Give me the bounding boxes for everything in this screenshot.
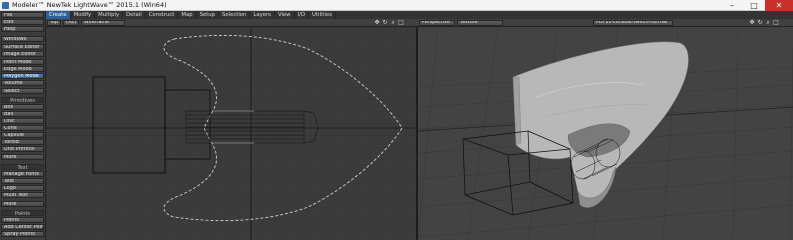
multi-text-button[interactable]: Multi Text	[1, 192, 44, 198]
add-center-point-button[interactable]: Add Center Point	[1, 224, 44, 230]
tab-map[interactable]: Map	[178, 11, 197, 19]
perspective-canvas	[418, 27, 793, 240]
ball-tool-button[interactable]: Ball	[1, 111, 44, 117]
tab-utilities[interactable]: Utilities	[309, 11, 336, 19]
tab-construct[interactable]: Construct	[146, 11, 179, 19]
tab-setup[interactable]: Setup	[197, 11, 219, 19]
top-viewport[interactable]	[46, 27, 418, 240]
points-header: Points	[1, 210, 44, 217]
right-viewport-header: Perspective Texture PDF11-console-switch…	[418, 19, 793, 27]
left-viewport-controls: ✥ ↻ ⌕ □	[374, 20, 404, 26]
view-type-dropdown-right[interactable]: Perspective	[419, 20, 455, 26]
more-primitives-dropdown[interactable]: More	[1, 154, 44, 160]
capsule-tool-button[interactable]: Capsule	[1, 132, 44, 138]
view-type-dropdown[interactable]: Top	[47, 20, 61, 26]
top-view-canvas	[46, 27, 416, 240]
text-tool-button[interactable]: Text	[1, 178, 44, 184]
tab-create[interactable]: Create	[46, 11, 71, 19]
tab-multiply[interactable]: Multiply	[95, 11, 124, 19]
right-viewport-controls: ✥ ↻ ⌕ □	[749, 20, 779, 26]
tab-view[interactable]: View	[275, 11, 295, 19]
windows-menu[interactable]: Windows	[1, 36, 44, 42]
toolbar-sidebar: File Edit Help Windows Surface Editor Im…	[0, 11, 46, 240]
points-tool-button[interactable]: Points	[1, 217, 44, 223]
surface-editor-button[interactable]: Surface Editor	[1, 44, 44, 50]
maximize-viewport-icon[interactable]: □	[773, 20, 779, 26]
edit-menu[interactable]: Edit	[1, 19, 44, 25]
tab-modify[interactable]: Modify	[71, 11, 96, 19]
move-view-icon[interactable]: ✥	[374, 20, 380, 26]
logo-tool-button[interactable]: Logo	[1, 185, 44, 191]
unit-primitive-button[interactable]: Unit Primitiv	[1, 146, 44, 152]
file-menu[interactable]: File	[1, 12, 44, 18]
edge-mode-button[interactable]: Edge Mode	[1, 66, 44, 72]
disc-tool-button[interactable]: Disc	[1, 118, 44, 124]
select-dropdown[interactable]: Select	[1, 88, 44, 94]
toroid-tool-button[interactable]: Toroid	[1, 139, 44, 145]
object-file-dropdown[interactable]: PDF11-console-switch-normal	[593, 20, 673, 26]
shading-dropdown[interactable]: Wireframe	[81, 20, 125, 26]
manage-fonts-button[interactable]: Manage Fonts	[1, 171, 44, 177]
tab-selection[interactable]: Selection	[219, 11, 251, 19]
volume-button[interactable]: Volume	[1, 80, 44, 86]
cone-tool-button[interactable]: Cone	[1, 125, 44, 131]
minimize-icon[interactable]: –	[721, 0, 743, 11]
tab-layers[interactable]: Layers	[250, 11, 275, 19]
image-editor-button[interactable]: Image Editor	[1, 51, 44, 57]
shading-dropdown-right[interactable]: Texture	[457, 20, 503, 26]
tab-io[interactable]: I/O	[295, 11, 310, 19]
app-icon	[2, 1, 9, 9]
maximize-viewport-icon[interactable]: □	[398, 20, 404, 26]
help-menu[interactable]: Help	[1, 26, 44, 32]
perspective-viewport[interactable]	[418, 27, 793, 240]
window-title: Modeler™ NewTek LightWave™ 2015.1 (Win64…	[12, 1, 167, 9]
axis-dropdown[interactable]: (XZ)	[63, 20, 79, 26]
maximize-icon[interactable]: □	[743, 0, 765, 11]
left-viewport-header: Top (XZ) Wireframe ✥ ↻ ⌕ □	[46, 19, 418, 27]
title-bar: Modeler™ NewTek LightWave™ 2015.1 (Win64…	[0, 0, 793, 11]
shell-model	[512, 41, 689, 208]
box-tool-button[interactable]: Box	[1, 104, 44, 110]
window-controls: – □ ✕	[721, 0, 793, 11]
zoom-view-icon[interactable]: ⌕	[765, 20, 771, 26]
point-mode-button[interactable]: Point Mode	[1, 59, 44, 65]
zoom-view-icon[interactable]: ⌕	[390, 20, 396, 26]
polygon-mode-button[interactable]: Polygon Mode	[1, 73, 44, 79]
primitives-header: Primitives	[1, 97, 44, 104]
text-header: Text	[1, 164, 44, 171]
rotate-view-icon[interactable]: ↻	[382, 20, 388, 26]
close-icon[interactable]: ✕	[765, 0, 793, 11]
spray-points-button[interactable]: Spray Points	[1, 231, 44, 237]
more-text-dropdown[interactable]: More	[1, 201, 44, 207]
rotate-view-icon[interactable]: ↻	[757, 20, 763, 26]
move-view-icon[interactable]: ✥	[749, 20, 755, 26]
tab-detail[interactable]: Detail	[123, 11, 146, 19]
